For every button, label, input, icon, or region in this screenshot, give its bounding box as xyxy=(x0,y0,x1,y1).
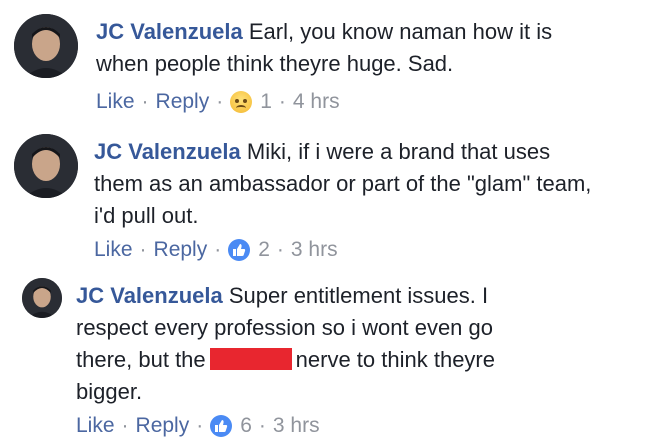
separator: · xyxy=(214,238,222,261)
separator: · xyxy=(139,238,147,261)
comment-text-line: them as an ambassador or part of the "gl… xyxy=(94,171,592,196)
comment-text-line: nerve to think theyre xyxy=(295,347,495,372)
timestamp[interactable]: 3 hrs xyxy=(291,238,338,262)
avatar-image xyxy=(22,278,62,318)
reaction-count[interactable]: 6 xyxy=(240,414,252,438)
author-name[interactable]: JC Valenzuela xyxy=(76,283,223,308)
author-name[interactable]: JC Valenzuela xyxy=(94,139,241,164)
avatar[interactable] xyxy=(14,134,78,198)
separator: · xyxy=(216,90,224,113)
comment-text-line: respect every profession so i wont even … xyxy=(76,315,494,340)
reply-button[interactable]: Reply xyxy=(136,414,190,438)
reaction-count[interactable]: 2 xyxy=(258,238,270,262)
avatar[interactable] xyxy=(14,14,78,78)
avatar[interactable] xyxy=(22,278,62,318)
reply-button[interactable]: Reply xyxy=(156,90,210,114)
reaction-count[interactable]: 1 xyxy=(260,90,272,114)
redaction-mark xyxy=(209,348,292,371)
avatar-image xyxy=(14,134,78,198)
separator: · xyxy=(278,90,286,113)
like-reaction-icon[interactable] xyxy=(228,239,251,261)
like-button[interactable]: Like xyxy=(96,90,135,114)
comment-text-line: there, but the xyxy=(76,347,206,372)
comment-text-line: Super entitlement issues. I xyxy=(228,283,489,308)
timestamp[interactable]: 3 hrs xyxy=(273,414,320,438)
like-reaction-icon[interactable] xyxy=(210,415,233,437)
comment-text-line: bigger. xyxy=(76,379,143,404)
comment-text-line: Earl, you know naman how it is xyxy=(248,19,553,44)
author-name[interactable]: JC Valenzuela xyxy=(96,19,243,44)
timestamp[interactable]: 4 hrs xyxy=(293,90,340,114)
comment-text-line: i'd pull out. xyxy=(94,203,199,228)
sad-reaction-icon[interactable] xyxy=(230,91,253,113)
separator: · xyxy=(258,414,266,437)
separator: · xyxy=(276,238,284,261)
separator: · xyxy=(196,414,204,437)
reply-button[interactable]: Reply xyxy=(154,238,208,262)
comment-text-line: Miki, if i were a brand that uses xyxy=(246,139,551,164)
like-button[interactable]: Like xyxy=(94,238,133,262)
separator: · xyxy=(141,90,149,113)
comment-text-line: when people think theyre huge. Sad. xyxy=(96,51,454,76)
separator: · xyxy=(121,414,129,437)
avatar-image xyxy=(14,14,78,78)
like-button[interactable]: Like xyxy=(76,414,115,438)
